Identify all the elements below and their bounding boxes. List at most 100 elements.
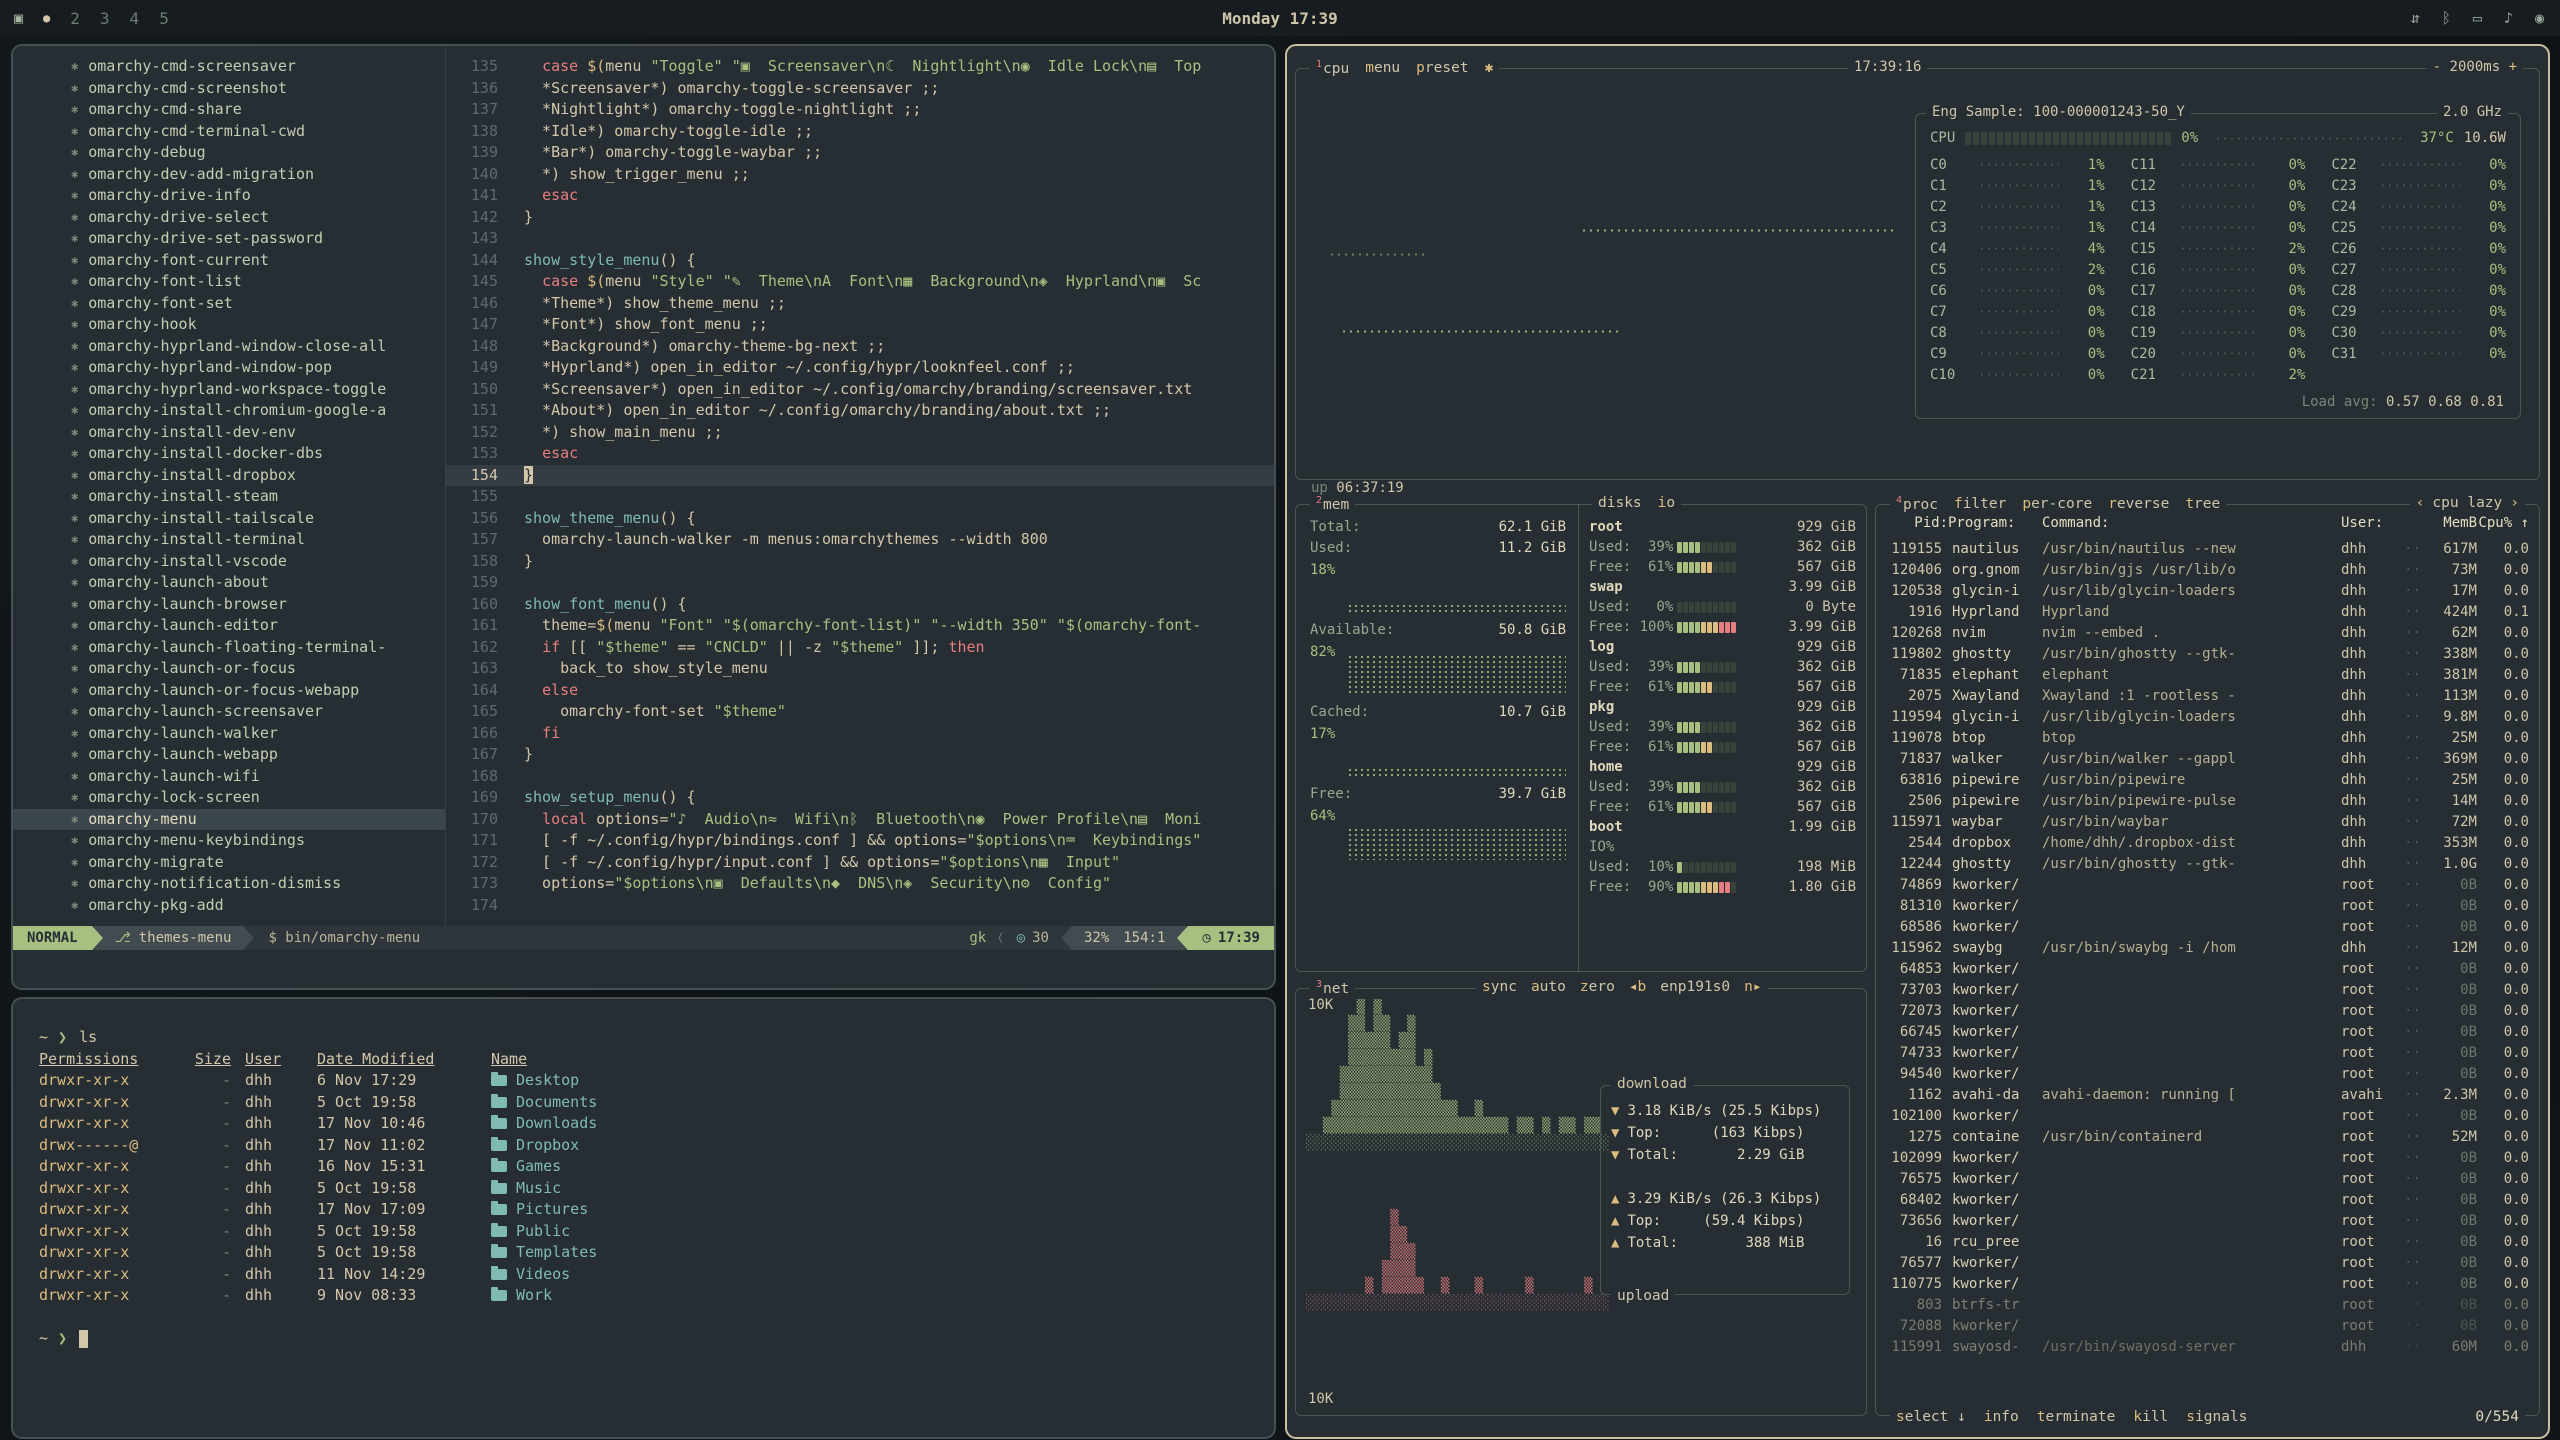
column-header[interactable]: Cpu% ↑ <box>2477 515 2529 535</box>
iface-next-button[interactable]: n▸ <box>1744 979 1761 995</box>
prompt-line[interactable]: ~ ❯ <box>39 1328 1248 1350</box>
table-row[interactable]: 2544dropbox/home/dhh/.dropbox-distdhh··3… <box>1876 833 2539 854</box>
table-row[interactable]: 102099kworker/root··0B0.0 <box>1876 1148 2539 1169</box>
tree-item[interactable]: ✱omarchy-drive-set-password <box>13 228 445 250</box>
table-row[interactable]: 1275containe/usr/bin/containerdroot··52M… <box>1876 1127 2539 1148</box>
tree-item[interactable]: ✱omarchy-launch-webapp <box>13 744 445 766</box>
table-row[interactable]: 120538glycin-i/usr/lib/glycin-loadersdhh… <box>1876 581 2539 602</box>
file-tree[interactable]: ✱omarchy-cmd-screensaver✱omarchy-cmd-scr… <box>13 46 446 926</box>
volume-icon[interactable]: ♪ <box>2504 9 2513 27</box>
tree-item[interactable]: ✱omarchy-dev-add-migration <box>13 164 445 186</box>
arrows-icon[interactable]: ⇵ <box>2411 9 2420 27</box>
column-header[interactable]: User: <box>2341 515 2397 535</box>
tree-item[interactable]: ✱omarchy-cmd-terminal-cwd <box>13 121 445 143</box>
table-row[interactable]: 73656kworker/root··0B0.0 <box>1876 1211 2539 1232</box>
tree-item[interactable]: ✱omarchy-launch-wifi <box>13 766 445 788</box>
table-row[interactable]: 71835elephantelephantdhh··381M0.0 <box>1876 665 2539 686</box>
terminate-button[interactable]: terminate <box>2037 1409 2116 1425</box>
table-row[interactable]: 120406org.gnom/usr/bin/gjs /usr/lib/odhh… <box>1876 560 2539 581</box>
tree-item[interactable]: ✱omarchy-menu <box>13 809 445 831</box>
column-header[interactable] <box>2397 515 2421 535</box>
table-row[interactable]: 12244ghostty/usr/bin/ghostty --gtk-dhh··… <box>1876 854 2539 875</box>
table-row[interactable]: 74733kworker/root··0B0.0 <box>1876 1043 2539 1064</box>
update-interval[interactable]: - 2000ms + <box>2427 59 2523 75</box>
terminal-window[interactable]: ~ ❯ ls PermissionsSizeUserDate ModifiedN… <box>13 999 1274 1437</box>
table-row[interactable]: 63816pipewire/usr/bin/pipewiredhh··25M0.… <box>1876 770 2539 791</box>
column-header[interactable]: Command: <box>2042 515 2341 535</box>
command-line[interactable] <box>13 950 1274 984</box>
table-row[interactable]: 115962swaybg/usr/bin/swaybg -i /homdhh··… <box>1876 938 2539 959</box>
table-row[interactable]: 2075XwaylandXwayland :1 -rootless -dhh··… <box>1876 686 2539 707</box>
tree-item[interactable]: ✱omarchy-launch-browser <box>13 594 445 616</box>
signals-button[interactable]: signals <box>2186 1409 2247 1425</box>
tree-item[interactable]: ✱omarchy-hook <box>13 314 445 336</box>
table-row[interactable]: 115991swayosd-/usr/bin/swayosd-serverdhh… <box>1876 1337 2539 1358</box>
tree-item[interactable]: ✱omarchy-drive-select <box>13 207 445 229</box>
battery-icon[interactable]: ▭ <box>2473 9 2482 27</box>
table-row[interactable]: 102100kworker/root··0B0.0 <box>1876 1106 2539 1127</box>
table-row[interactable]: 16rcu_preeroot··0B0.0 <box>1876 1232 2539 1253</box>
tree-item[interactable]: ✱omarchy-cmd-screenshot <box>13 78 445 100</box>
table-row[interactable]: 110775kworker/root··0B0.0 <box>1876 1274 2539 1295</box>
reverse-button[interactable]: reverse <box>2108 496 2169 512</box>
sync-button[interactable]: sync <box>1482 979 1517 995</box>
table-row[interactable]: 68586kworker/root··0B0.0 <box>1876 917 2539 938</box>
table-row[interactable]: 68402kworker/root··0B0.0 <box>1876 1190 2539 1211</box>
table-row[interactable]: 119594glycin-i/usr/lib/glycin-loadersdhh… <box>1876 707 2539 728</box>
tree-item[interactable]: ✱omarchy-launch-or-focus-webapp <box>13 680 445 702</box>
tree-item[interactable]: ✱omarchy-hyprland-workspace-toggle <box>13 379 445 401</box>
table-row[interactable]: 120268nvimnvim --embed .dhh··62M0.0 <box>1876 623 2539 644</box>
table-row[interactable]: 119802ghostty/usr/bin/ghostty --gtk-dhh·… <box>1876 644 2539 665</box>
tree-item[interactable]: ✱omarchy-launch-editor <box>13 615 445 637</box>
filter-button[interactable]: filter <box>1954 496 2006 512</box>
tree-item[interactable]: ✱omarchy-menu-keybindings <box>13 830 445 852</box>
table-row[interactable]: 119078btopbtopdhh··25M0.0 <box>1876 728 2539 749</box>
tree-item[interactable]: ✱omarchy-lock-screen <box>13 787 445 809</box>
zero-button[interactable]: zero <box>1580 979 1615 995</box>
tree-item[interactable]: ✱omarchy-launch-or-focus <box>13 658 445 680</box>
tree-item[interactable]: ✱omarchy-cmd-screensaver <box>13 56 445 78</box>
sort-next-button[interactable]: › <box>2510 495 2519 511</box>
tree-item[interactable]: ✱omarchy-install-steam <box>13 486 445 508</box>
tree-item[interactable]: ✱omarchy-launch-floating-terminal- <box>13 637 445 659</box>
select-button[interactable]: select ↓ <box>1896 1409 1966 1425</box>
tree-item[interactable]: ✱omarchy-font-set <box>13 293 445 315</box>
tree-item[interactable]: ✱omarchy-launch-walker <box>13 723 445 745</box>
table-row[interactable]: 1162avahi-daavahi-daemon: running [avahi… <box>1876 1085 2539 1106</box>
tree-item[interactable]: ✱omarchy-notification-dismiss <box>13 873 445 895</box>
tree-item[interactable]: ✱omarchy-migrate <box>13 852 445 874</box>
column-header[interactable]: Program: <box>1948 515 2042 535</box>
tree-item[interactable]: ✱omarchy-hyprland-window-close-all <box>13 336 445 358</box>
tree-item[interactable]: ✱omarchy-launch-screensaver <box>13 701 445 723</box>
table-row[interactable]: 72073kworker/root··0B0.0 <box>1876 1001 2539 1022</box>
table-row[interactable]: 1916HyprlandHyprlanddhh··424M0.1 <box>1876 602 2539 623</box>
code-area[interactable]: 135 case $(menu "Toggle" "▣ Screensaver\… <box>446 46 1274 926</box>
menu-button[interactable]: menu <box>1365 60 1400 76</box>
table-row[interactable]: 74869kworker/root··0B0.0 <box>1876 875 2539 896</box>
table-row[interactable]: 76577kworker/root··0B0.0 <box>1876 1253 2539 1274</box>
tree-button[interactable]: tree <box>2185 496 2220 512</box>
table-row[interactable]: 71837walker/usr/bin/walker --gappldhh··3… <box>1876 749 2539 770</box>
system-tray[interactable]: ⇵ᛒ▭♪◉ <box>2411 9 2560 27</box>
io-toggle-button[interactable]: io <box>1658 495 1675 511</box>
table-row[interactable]: 803btrfs-trroot··0B0.0 <box>1876 1295 2539 1316</box>
table-row[interactable]: 119155nautilus/usr/bin/nautilus --newdhh… <box>1876 539 2539 560</box>
iface-prev-button[interactable]: ◂b <box>1629 979 1646 995</box>
table-row[interactable]: 94540kworker/root··0B0.0 <box>1876 1064 2539 1085</box>
power-icon[interactable]: ◉ <box>2535 9 2544 27</box>
per-core-button[interactable]: per-core <box>2022 496 2092 512</box>
tree-item[interactable]: ✱omarchy-install-chromium-google-a <box>13 400 445 422</box>
tree-item[interactable]: ✱omarchy-install-dropbox <box>13 465 445 487</box>
column-header[interactable]: Pid: <box>1886 515 1948 535</box>
table-row[interactable]: 2506pipewire/usr/bin/pipewire-pulsedhh··… <box>1876 791 2539 812</box>
table-row[interactable]: 64853kworker/root··0B0.0 <box>1876 959 2539 980</box>
editor-window[interactable]: ✱omarchy-cmd-screensaver✱omarchy-cmd-scr… <box>13 46 1274 988</box>
tree-item[interactable]: ✱omarchy-install-terminal <box>13 529 445 551</box>
tree-item[interactable]: ✱omarchy-install-tailscale <box>13 508 445 530</box>
preset-button[interactable]: preset <box>1416 60 1468 76</box>
info-button[interactable]: info <box>1984 1409 2019 1425</box>
column-header[interactable]: MemB <box>2421 515 2477 535</box>
table-row[interactable]: 81310kworker/root··0B0.0 <box>1876 896 2539 917</box>
tree-item[interactable]: ✱omarchy-font-list <box>13 271 445 293</box>
tree-item[interactable]: ✱omarchy-drive-info <box>13 185 445 207</box>
